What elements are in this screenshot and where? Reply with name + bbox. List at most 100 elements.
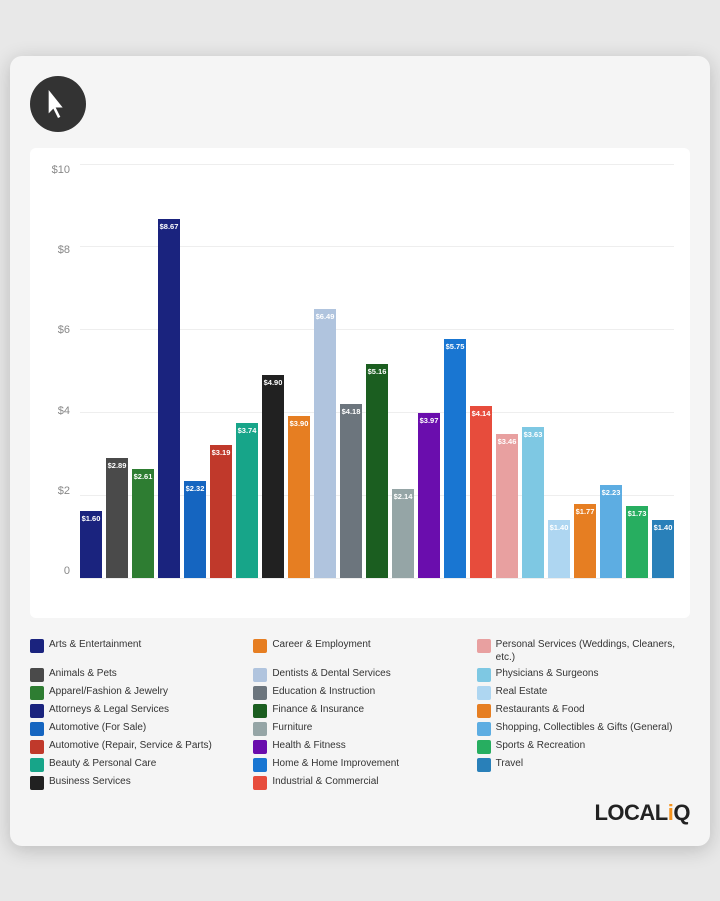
bar-value: $3.74	[238, 423, 257, 435]
bar: $2.61	[132, 469, 154, 577]
legend-label: Animals & Pets	[49, 667, 117, 680]
legend-color-swatch	[30, 639, 44, 653]
bar-value: $6.49	[316, 309, 335, 321]
bar: $6.49	[314, 309, 336, 578]
bar-value: $4.90	[264, 375, 283, 387]
legend-item: Industrial & Commercial	[253, 775, 466, 790]
legend-label: Sports & Recreation	[496, 739, 586, 752]
bar-group: $5.16	[366, 164, 388, 578]
bar-group: $2.23	[600, 164, 622, 578]
bar: $4.14	[470, 406, 492, 577]
bar: $3.19	[210, 445, 232, 577]
legend-label: Home & Home Improvement	[272, 757, 399, 770]
y-axis: $10 $8 $6 $4 $2 0	[30, 164, 76, 578]
legend-color-swatch	[30, 704, 44, 718]
legend-item: Personal Services (Weddings, Cleaners, e…	[477, 638, 690, 664]
bar-value: $2.32	[186, 481, 205, 493]
bar-value: $8.67	[160, 219, 179, 231]
legend-color-swatch	[253, 704, 267, 718]
y-label-0: 0	[64, 565, 70, 577]
header	[30, 76, 690, 132]
legend-item: Physicians & Surgeons	[477, 667, 690, 682]
bar: $3.46	[496, 434, 518, 577]
legend-item: Furniture	[253, 721, 466, 736]
legend-color-swatch	[477, 668, 491, 682]
legend-item: Travel	[477, 757, 690, 772]
legend-label: Automotive (For Sale)	[49, 721, 146, 734]
y-label-8: $8	[58, 244, 70, 256]
legend-color-swatch	[477, 704, 491, 718]
legend-item: Career & Employment	[253, 638, 466, 664]
bar-value: $3.90	[290, 416, 309, 428]
bar-value: $2.23	[602, 485, 621, 497]
bar-group: $3.90	[288, 164, 310, 578]
bar: $1.40	[548, 520, 570, 578]
legend-label: Travel	[496, 757, 523, 770]
legend-color-swatch	[253, 686, 267, 700]
legend-color-swatch	[30, 668, 44, 682]
legend-color-swatch	[477, 639, 491, 653]
y-label-6: $6	[58, 324, 70, 336]
legend-item: Restaurants & Food	[477, 703, 690, 718]
bar-group: $3.19	[210, 164, 232, 578]
legend-label: Dentists & Dental Services	[272, 667, 390, 680]
bar: $3.63	[522, 427, 544, 577]
bar-group: $2.89	[106, 164, 128, 578]
bar: $1.40	[652, 520, 674, 578]
main-card: $10 $8 $6 $4 $2 0 $1.60 $2.89 $2.61	[10, 56, 710, 846]
legend-color-swatch	[253, 668, 267, 682]
bar: $2.32	[184, 481, 206, 577]
bar: $8.67	[158, 219, 180, 578]
legend-label: Arts & Entertainment	[49, 638, 141, 651]
bar: $4.90	[262, 375, 284, 578]
bar-group: $3.74	[236, 164, 258, 578]
bar-group: $1.77	[574, 164, 596, 578]
bar-value: $3.63	[524, 427, 543, 439]
bar: $3.74	[236, 423, 258, 578]
bar-value: $4.18	[342, 404, 361, 416]
bar-group: $1.60	[80, 164, 102, 578]
bar: $5.75	[444, 339, 466, 577]
bar-group: $3.46	[496, 164, 518, 578]
legend-item: Apparel/Fashion & Jewelry	[30, 685, 243, 700]
cursor-icon	[30, 76, 86, 132]
legend-item: Animals & Pets	[30, 667, 243, 682]
legend-color-swatch	[30, 740, 44, 754]
legend-label: Furniture	[272, 721, 312, 734]
bar-value: $2.61	[134, 469, 153, 481]
bar-value: $1.77	[576, 504, 595, 516]
legend-item: Real Estate	[477, 685, 690, 700]
legend-label: Attorneys & Legal Services	[49, 703, 169, 716]
bars-container: $1.60 $2.89 $2.61 $8.67 $2.32 $3.19 $3.7…	[80, 164, 674, 578]
bar: $1.60	[80, 511, 102, 577]
legend-color-swatch	[477, 758, 491, 772]
bar-value: $3.46	[498, 434, 517, 446]
bar-group: $1.40	[652, 164, 674, 578]
bar-group: $1.40	[548, 164, 570, 578]
legend-label: Business Services	[49, 775, 131, 788]
legend-color-swatch	[253, 639, 267, 653]
bar-value: $1.60	[82, 511, 101, 523]
legend-color-swatch	[30, 758, 44, 772]
legend-item: Dentists & Dental Services	[253, 667, 466, 682]
legend-item: Attorneys & Legal Services	[30, 703, 243, 718]
legend-item: Automotive (Repair, Service & Parts)	[30, 739, 243, 754]
bar-group: $4.14	[470, 164, 492, 578]
legend-label: Real Estate	[496, 685, 548, 698]
grid-line-0	[80, 578, 674, 579]
legend-label: Apparel/Fashion & Jewelry	[49, 685, 168, 698]
bar-value: $5.75	[446, 339, 465, 351]
legend-item: Sports & Recreation	[477, 739, 690, 754]
bar-value: $1.40	[550, 520, 569, 532]
bar-group: $5.75	[444, 164, 466, 578]
legend-item: Health & Fitness	[253, 739, 466, 754]
legend-label: Beauty & Personal Care	[49, 757, 156, 770]
brand-logo: LOCALiQ	[30, 800, 690, 826]
bar: $4.18	[340, 404, 362, 577]
legend-label: Restaurants & Food	[496, 703, 585, 716]
bar-value: $3.19	[212, 445, 231, 457]
legend-item: Business Services	[30, 775, 243, 790]
bar-value: $1.40	[654, 520, 673, 532]
bar-value: $3.97	[420, 413, 439, 425]
legend-color-swatch	[253, 740, 267, 754]
